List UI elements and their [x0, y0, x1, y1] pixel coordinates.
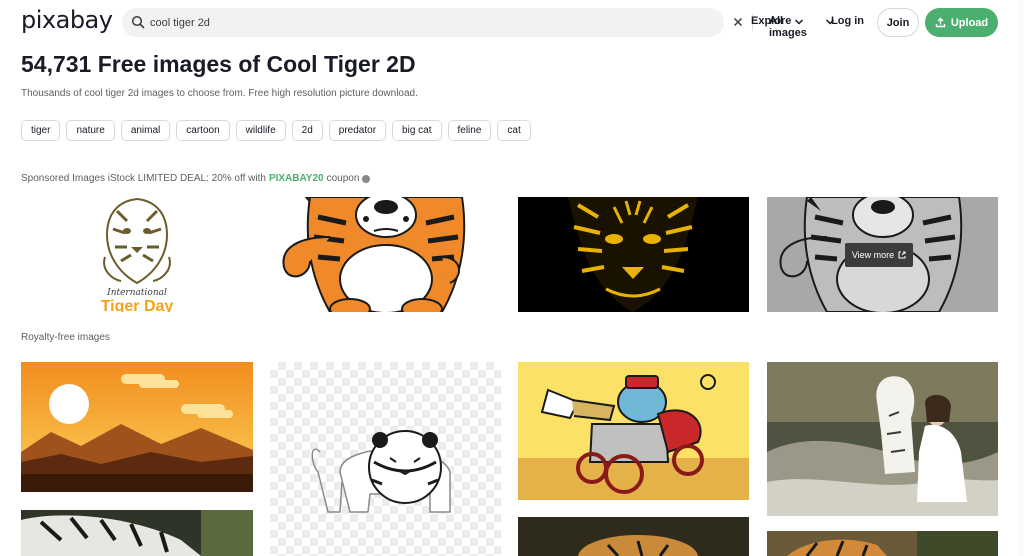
login-link[interactable]: Log in [831, 15, 864, 27]
sponsored-image[interactable] [270, 197, 502, 312]
site-header: pixabay All images Explore Log in Join U… [0, 0, 1024, 46]
tag-chip[interactable]: 2d [291, 120, 323, 141]
caption-line-1: International [106, 288, 167, 298]
pixabay-logo[interactable]: pixabay [21, 6, 113, 34]
section-heading: Royalty-free images [21, 332, 110, 343]
info-icon[interactable] [362, 174, 371, 183]
search-bar[interactable]: All images [122, 8, 835, 39]
tag-chip[interactable]: predator [328, 120, 387, 141]
related-tags: tiger nature animal cartoon wildlife 2d … [21, 120, 531, 141]
image-tile[interactable] [21, 362, 253, 492]
upload-button[interactable]: Upload [925, 8, 998, 37]
explore-menu[interactable]: Explore [751, 15, 791, 27]
tag-chip[interactable]: animal [120, 120, 171, 141]
chevron-down-icon[interactable] [794, 18, 804, 26]
image-tile[interactable] [518, 517, 749, 556]
coupon-code[interactable]: PIXABAY20 [269, 173, 324, 184]
caption-line-2: Tiger Day [101, 298, 174, 312]
sponsored-banner: Sponsored Images iStock LIMITED DEAL: 20… [21, 173, 371, 184]
image-tile[interactable] [767, 362, 998, 516]
external-link-icon [898, 251, 906, 259]
close-icon[interactable] [731, 15, 745, 29]
sponsored-image[interactable]: International Tiger Day [21, 197, 253, 312]
image-tile[interactable] [270, 362, 501, 556]
sponsored-suffix: coupon [326, 173, 360, 184]
upload-icon [935, 17, 946, 28]
page-scrollbar[interactable] [1018, 0, 1024, 556]
tag-chip[interactable]: big cat [392, 120, 442, 141]
tag-chip[interactable]: cat [497, 120, 531, 141]
search-icon [131, 15, 145, 29]
tag-chip[interactable]: wildlife [235, 120, 286, 141]
tag-chip[interactable]: cartoon [176, 120, 230, 141]
page-title: 54,731 Free images of Cool Tiger 2D [21, 51, 416, 77]
sponsored-image[interactable] [518, 197, 749, 312]
join-button[interactable]: Join [877, 8, 919, 37]
search-input[interactable] [150, 12, 590, 33]
view-more-label: View more [851, 250, 895, 260]
upload-label: Upload [950, 16, 989, 29]
sponsored-text: Sponsored Images iStock LIMITED DEAL: 20… [21, 173, 266, 184]
tag-chip[interactable]: feline [447, 120, 492, 141]
tag-chip[interactable]: nature [66, 120, 115, 141]
image-tile[interactable] [518, 362, 749, 500]
page-subtitle: Thousands of cool tiger 2d images to cho… [21, 88, 418, 99]
tag-chip[interactable]: tiger [21, 120, 61, 141]
image-tile[interactable] [21, 510, 253, 556]
image-tile[interactable] [767, 531, 998, 556]
view-more-button[interactable]: View more [845, 243, 913, 267]
